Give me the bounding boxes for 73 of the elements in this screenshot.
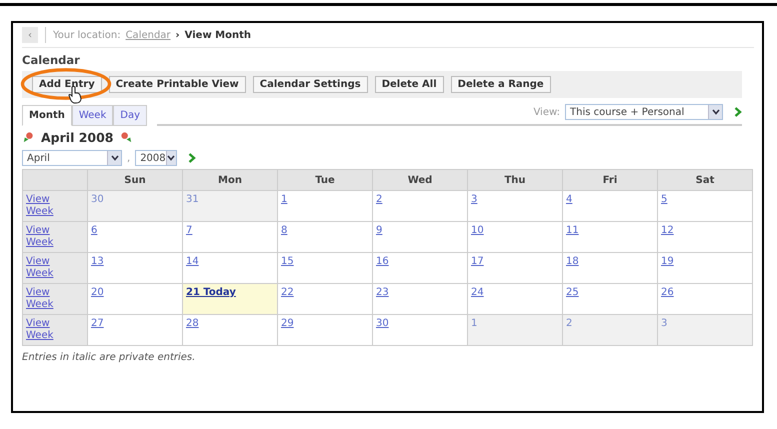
toolbar-button[interactable]: Calendar Settings [252,76,368,93]
day-link[interactable]: 30 [91,194,104,205]
next-month-icon[interactable] [120,131,132,144]
day-link[interactable]: 7 [186,225,192,236]
day-link[interactable]: 1 [471,318,478,329]
day-link[interactable]: 27 [91,318,104,329]
column-header: Sun [88,170,182,190]
day-link[interactable]: 12 [661,225,674,236]
comma-separator: , [127,152,130,164]
breadcrumb-separator: › [176,30,180,40]
day-link[interactable]: 2 [566,318,572,329]
day-link[interactable]: 11 [566,225,579,236]
day-link[interactable]: 9 [376,225,382,236]
month-heading: April 2008 [41,130,114,145]
day-link[interactable]: 31 [186,194,199,205]
column-header: Sat [658,170,752,190]
view-week-link[interactable]: View Week [26,287,60,311]
view-label: View: [533,106,560,118]
day-link[interactable]: 26 [661,287,674,298]
dropdown-icon [110,155,118,161]
dropdown-icon [167,155,176,161]
column-header: Mon [182,170,278,190]
toolbar-button[interactable]: Delete a Range [450,76,551,93]
day-link[interactable]: 21 Today [186,287,236,298]
month-select[interactable]: April [22,150,122,166]
add-entry-button[interactable]: Add Entry [32,76,102,93]
page-title: Calendar [22,52,81,69]
day-link[interactable]: 13 [91,256,104,267]
footnote: Entries in italic are private entries. [22,352,196,363]
view-week-link[interactable]: View Week [26,318,60,342]
day-link[interactable]: 19 [661,256,674,267]
day-link[interactable]: 29 [281,318,294,329]
location-label: Your location: [53,30,121,40]
breadcrumb-link[interactable]: Calendar [126,30,171,40]
day-link[interactable]: 28 [186,318,199,329]
day-link[interactable]: 3 [661,318,668,329]
dropdown-icon [712,109,720,115]
day-link[interactable]: 16 [376,256,389,267]
view-tab[interactable]: Month [22,105,72,126]
day-link[interactable]: 22 [281,287,294,298]
view-tab[interactable]: Week [72,105,114,126]
day-link[interactable]: 1 [281,194,288,205]
toolbar-button[interactable]: Delete All [374,76,444,93]
view-week-link[interactable]: View Week [26,256,60,280]
day-link[interactable]: 24 [471,287,484,298]
view-tab[interactable]: Day [113,105,147,126]
day-link[interactable]: 3 [471,194,478,205]
previous-month-icon[interactable] [22,131,35,144]
day-link[interactable]: 18 [566,256,579,267]
day-link[interactable]: 15 [281,256,294,267]
day-link[interactable]: 14 [186,256,199,267]
day-link[interactable]: 8 [281,225,288,236]
view-select[interactable]: This course + Personal [565,104,723,120]
day-link[interactable]: 23 [376,287,389,298]
day-link[interactable]: 4 [566,194,572,205]
view-week-link[interactable]: View Week [26,225,60,249]
day-link[interactable]: 5 [661,194,668,205]
day-link[interactable]: 30 [376,318,389,329]
column-header: Thu [468,170,562,190]
back-button[interactable]: ‹ [22,27,38,43]
day-link[interactable]: 10 [471,225,484,236]
column-header: Wed [372,170,468,190]
day-link[interactable]: 2 [376,194,382,205]
toolbar-button[interactable]: Create Printable View [108,76,246,93]
column-header: Tue [278,170,372,190]
day-link[interactable]: 6 [91,225,98,236]
year-select[interactable]: 2008 [135,150,178,166]
column-header: Fri [562,170,658,190]
day-link[interactable]: 25 [566,287,579,298]
day-link[interactable]: 17 [471,256,484,267]
day-link[interactable]: 20 [91,287,104,298]
breadcrumb-current: View Month [184,30,252,40]
view-week-link[interactable]: View Week [26,194,60,218]
